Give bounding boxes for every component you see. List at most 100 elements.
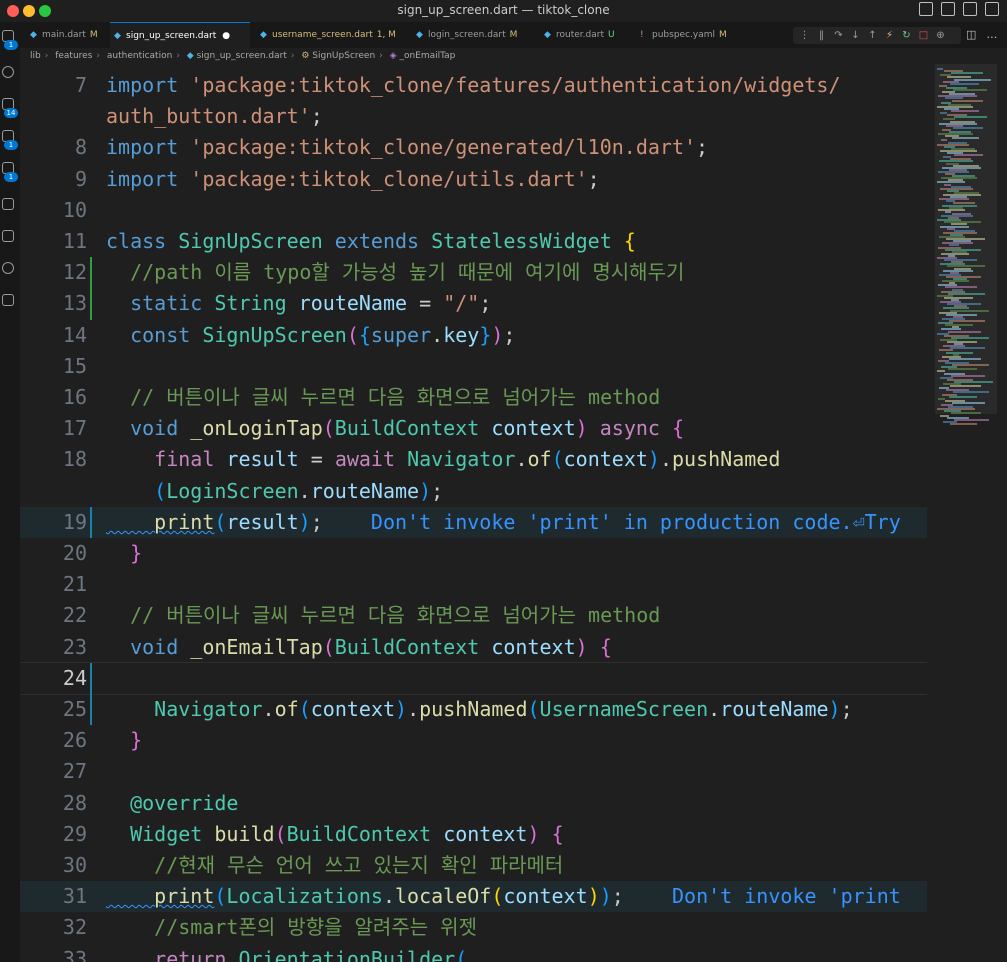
line-number: 20 [62,541,87,565]
tab-main-dart[interactable]: ◆ main.dart M [26,22,110,48]
devtools-icon[interactable]: ⊕ [935,30,946,41]
minimap-line [948,330,981,333]
code-line[interactable]: 28 @override [20,788,927,819]
breadcrumb-item[interactable]: SignUpScreen [312,51,375,61]
code-line[interactable]: 14 const SignUpScreen({super.key}); [20,320,927,351]
code-line[interactable]: 18 final result = await Navigator.of(con… [20,444,927,475]
code-line[interactable]: 22 // 버튼이나 글씨 누르면 다음 화면으로 넘어가는 method [20,600,927,631]
code-line[interactable]: 10 [20,195,927,226]
tab-pubspec-yaml[interactable]: ! pubspec.yaml M [636,22,736,48]
code-line[interactable]: 32 //smart폰의 방향을 알려주는 위젯 [20,912,927,943]
code-text: return OrientationBuilder( [106,946,468,962]
split-editor-icon[interactable]: ◫ [966,28,976,41]
code-line[interactable]: 9 import 'package:tiktok_clone/utils.dart… [20,164,927,195]
minimap-line [949,357,981,360]
code-line[interactable]: 15 [20,351,927,382]
line-number: 7 [74,73,87,97]
dart-file-icon: ◆ [544,30,551,40]
minimap-line [942,280,969,283]
minimap-line [952,99,983,102]
tab-username-screen[interactable]: ◆ username_screen.dart 1, M [256,22,406,48]
customize-layout-icon[interactable] [985,2,999,16]
code-text: (LoginScreen.routeName); [106,478,444,503]
code-line[interactable]: 27 [20,756,927,787]
minimap-line [938,397,945,400]
code-editor[interactable]: 7 import 'package:tiktok_clone/features/a… [20,64,927,962]
code-line[interactable]: 23 void _onEmailTap(BuildContext context… [20,632,927,663]
minimap-line [950,422,977,425]
testing-icon[interactable] [2,198,14,210]
tab-router-dart[interactable]: ◆ router.dart U [540,22,632,48]
code-text: @override [106,790,239,815]
search-icon[interactable] [2,66,14,78]
line-number: 21 [62,572,87,597]
minimap-line [953,391,989,394]
code-line[interactable]: 12 //path 이름 typo할 가능성 높기 때문에 여기에 명시해두기 [20,257,927,288]
code-line[interactable]: 31 print(Localizations.localeOf(context)… [20,881,927,913]
code-text: } [106,541,143,565]
step-over-icon[interactable]: ↷ [833,30,844,41]
hot-reload-icon[interactable]: ⚡ [884,30,895,41]
code-text: import 'package:tiktok_clone/generated/l… [106,135,709,160]
minimap-line [951,412,981,415]
drag-handle-icon[interactable]: ⋮ [799,30,810,41]
activity-bar: 1 14 1 1 [0,22,20,962]
code-line[interactable]: 19 print(result); Don't invoke 'print' i… [20,506,927,538]
code-text: auth_button.dart'; [106,104,323,129]
code-line[interactable]: 21 [20,569,927,600]
line-number: 23 [62,634,87,659]
code-text: // 버튼이나 글씨 누르면 다음 화면으로 넘어가는 method [106,603,661,628]
dart-file-icon: ◆ [114,31,121,41]
code-line[interactable]: 30 //현재 무슨 언어 쓰고 있는지 확인 파라메터 [20,850,927,881]
stop-icon[interactable]: □ [918,30,929,41]
breadcrumb-item[interactable]: features [55,51,92,61]
breadcrumb-item[interactable]: lib [30,51,41,61]
restart-icon[interactable]: ↻ [901,30,912,41]
pause-icon[interactable]: ‖ [816,30,827,41]
minimap-line [941,252,969,255]
code-line[interactable]: 13 static String routeName = "/"; [20,288,927,319]
breadcrumb-item[interactable]: sign_up_screen.dart [197,51,287,61]
tab-sign-up-screen[interactable]: ◆ sign_up_screen.dart ● [110,22,250,48]
code-line[interactable]: 20 } [20,538,927,569]
tab-login-screen[interactable]: ◆ login_screen.dart M [412,22,530,48]
source-control-badge: 14 [4,108,18,118]
code-line[interactable]: 26 } [20,725,927,756]
code-line[interactable]: 29 Widget build(BuildContext context) { [20,819,927,850]
code-line[interactable]: (LoginScreen.routeName); [20,476,927,507]
toggle-primary-sidebar-icon[interactable] [919,2,933,16]
breadcrumb-item[interactable]: authentication [107,51,172,61]
line-number: 17 [62,416,87,441]
github-icon[interactable] [2,262,14,274]
step-into-icon[interactable]: ↓ [850,30,861,41]
flutter-icon[interactable] [2,230,14,242]
code-text: print(Localizations.localeOf(context)); … [106,884,901,909]
line-number: 30 [62,853,87,877]
code-line[interactable]: 8 import 'package:tiktok_clone/generated/… [20,132,927,163]
code-line[interactable]: 33 return OrientationBuilder( [20,944,927,962]
code-text: // 버튼이나 글씨 누르면 다음 화면으로 넘어가는 method [106,385,661,409]
git-change-marker [90,662,92,726]
minimap[interactable] [927,64,1007,962]
code-text: static String routeName = "/"; [106,291,492,316]
explorer-badge: 1 [4,40,18,50]
line-number: 13 [62,291,87,316]
toggle-panel-icon[interactable] [941,2,955,16]
remote-explorer-icon[interactable] [2,294,14,306]
minimap-line [949,395,977,398]
toggle-secondary-sidebar-icon[interactable] [963,2,977,16]
code-line[interactable]: 24 [20,661,927,695]
line-number: 11 [62,229,87,253]
code-text: void _onEmailTap(BuildContext context) { [106,634,612,659]
code-line[interactable]: 25 Navigator.of(context).pushNamed(Usern… [20,694,927,725]
code-line[interactable]: 17 void _onLoginTap(BuildContext context… [20,413,927,444]
code-line[interactable]: auth_button.dart'; [20,101,927,132]
line-number: 25 [62,697,87,721]
code-text: print(result); Don't invoke 'print' in p… [106,509,901,534]
more-actions-icon[interactable]: … [986,28,997,41]
breadcrumb-item[interactable]: _onEmailTap [399,51,455,61]
code-line[interactable]: 11 class SignUpScreen extends StatelessWi… [20,226,927,257]
code-line[interactable]: 16 // 버튼이나 글씨 누르면 다음 화면으로 넘어가는 method [20,382,927,413]
step-out-icon[interactable]: ↑ [867,30,878,41]
code-line[interactable]: 7 import 'package:tiktok_clone/features/a… [20,70,927,101]
